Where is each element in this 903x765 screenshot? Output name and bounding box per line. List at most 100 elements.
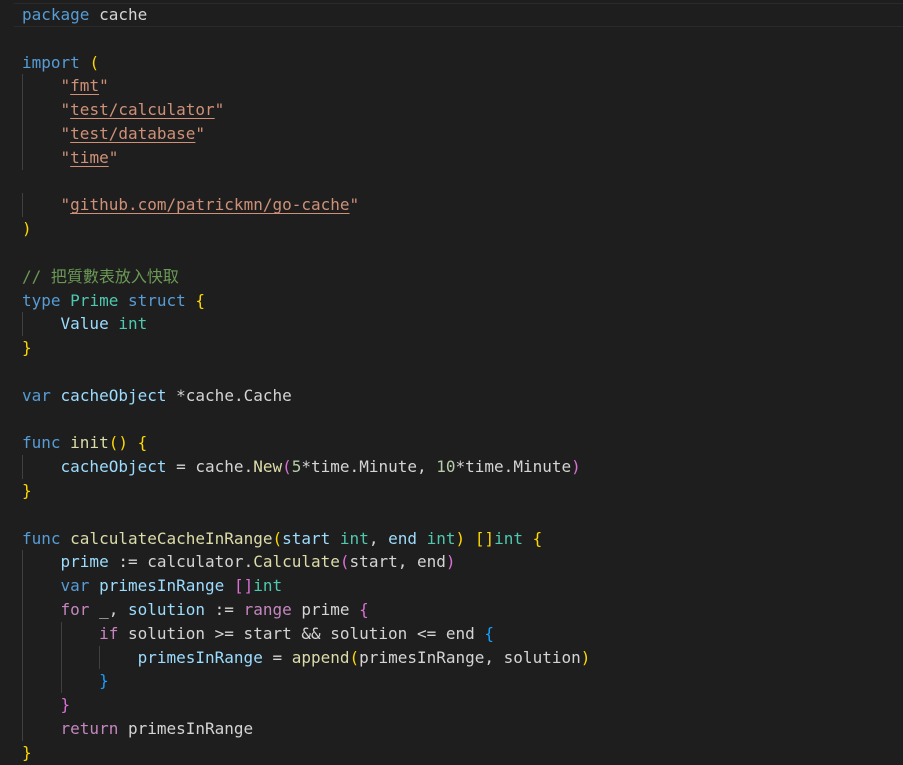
code-line[interactable]: func init() {: [22, 431, 590, 455]
code-token: *time.Minute: [455, 457, 572, 477]
indent-guide: [22, 621, 23, 646]
code-line[interactable]: package cache: [22, 3, 590, 27]
code-line[interactable]: [22, 360, 590, 384]
code-line[interactable]: type Prime struct {: [22, 289, 590, 313]
code-line[interactable]: }: [22, 669, 590, 694]
code-token: []: [474, 528, 495, 548]
code-line[interactable]: }: [22, 693, 590, 717]
code-line[interactable]: "test/database": [22, 121, 590, 146]
code-line[interactable]: if solution >= start && solution <= end …: [22, 621, 590, 646]
code-token: int: [339, 528, 369, 548]
code-token: func: [22, 433, 61, 453]
code-token: ": [214, 100, 225, 120]
code-line[interactable]: [22, 241, 590, 265]
indent-guide: [22, 597, 23, 622]
code-token: (: [349, 647, 360, 667]
code-line[interactable]: Value int: [22, 312, 590, 337]
code-token: ": [60, 123, 71, 143]
code-token: ": [99, 76, 109, 96]
indent-guide: [22, 716, 23, 741]
code-token: *time.Minute,: [301, 457, 437, 477]
code-token: {: [195, 290, 206, 310]
code-token: }: [99, 671, 109, 691]
code-line[interactable]: }: [22, 336, 590, 360]
code-line[interactable]: }: [22, 741, 590, 765]
indent-guide: [22, 121, 23, 146]
code-line[interactable]: [22, 408, 590, 432]
code-line[interactable]: ): [22, 217, 590, 241]
code-content[interactable]: package cache import ( "fmt" "test/calcu…: [22, 3, 590, 765]
code-token: test/calculator: [70, 100, 215, 120]
code-line[interactable]: [22, 27, 590, 51]
code-token: }: [60, 695, 71, 715]
code-token: }: [22, 742, 32, 762]
code-token: (): [108, 433, 128, 453]
code-token: =: [262, 647, 292, 667]
code-line[interactable]: var cacheObject *cache.Cache: [22, 384, 590, 408]
code-line[interactable]: "fmt": [22, 74, 590, 99]
code-token: type: [22, 290, 61, 310]
code-token: ": [60, 76, 71, 96]
code-line[interactable]: "github.com/patrickmn/go-cache": [22, 193, 590, 218]
code-token: primesInRange: [99, 576, 225, 596]
code-token: ": [108, 147, 119, 167]
code-token: solution: [127, 599, 206, 619]
code-token: primesInRange: [137, 647, 263, 667]
code-line[interactable]: import (: [22, 51, 590, 75]
indent-guide: [22, 74, 23, 99]
indent-guide: [22, 455, 23, 479]
code-token: var: [22, 385, 51, 405]
code-editor[interactable]: package cache import ( "fmt" "test/calcu…: [0, 0, 903, 763]
code-token: ): [580, 647, 591, 667]
code-token: int: [494, 528, 523, 548]
code-token: {: [137, 433, 148, 453]
code-token: return: [60, 718, 119, 738]
code-line[interactable]: var primesInRange []int: [22, 574, 590, 598]
code-line[interactable]: "test/calculator": [22, 98, 590, 122]
code-line[interactable]: cacheObject = cache.New(5*time.Minute, 1…: [22, 455, 590, 479]
indent-guide: [22, 193, 23, 218]
code-line[interactable]: return primesInRange: [22, 716, 590, 741]
code-token: if: [99, 623, 119, 643]
code-token: // 把質數表放入快取: [22, 266, 179, 286]
code-token: ): [571, 457, 581, 477]
code-line[interactable]: primesInRange = append(primesInRange, so…: [22, 645, 591, 670]
code-token: Prime: [70, 290, 119, 310]
code-line[interactable]: [22, 503, 590, 527]
code-line[interactable]: }: [22, 479, 590, 503]
code-line[interactable]: // 把質數表放入快取: [22, 265, 590, 289]
code-line[interactable]: prime := calculator.Calculate(start, end…: [22, 550, 590, 575]
code-token: struct: [127, 290, 186, 310]
code-token: package: [22, 5, 90, 24]
code-token: append: [291, 647, 350, 667]
indent-guide: [22, 669, 23, 694]
code-line[interactable]: [22, 170, 590, 194]
code-token: }: [22, 480, 32, 500]
code-token: range: [243, 599, 292, 619]
code-line[interactable]: for _, solution := range prime {: [22, 597, 590, 622]
code-token: {: [532, 528, 543, 548]
code-token: New: [253, 457, 283, 477]
code-token: cacheObject: [60, 457, 167, 477]
indent-guide: [22, 645, 23, 670]
code-line[interactable]: "time": [22, 145, 590, 170]
indent-guide: [22, 550, 23, 575]
code-line[interactable]: func calculateCacheInRange(start int, en…: [22, 527, 590, 551]
indent-guide: [60, 621, 62, 646]
code-token: primesInRange: [118, 718, 254, 738]
code-token: cacheObject: [60, 385, 167, 405]
